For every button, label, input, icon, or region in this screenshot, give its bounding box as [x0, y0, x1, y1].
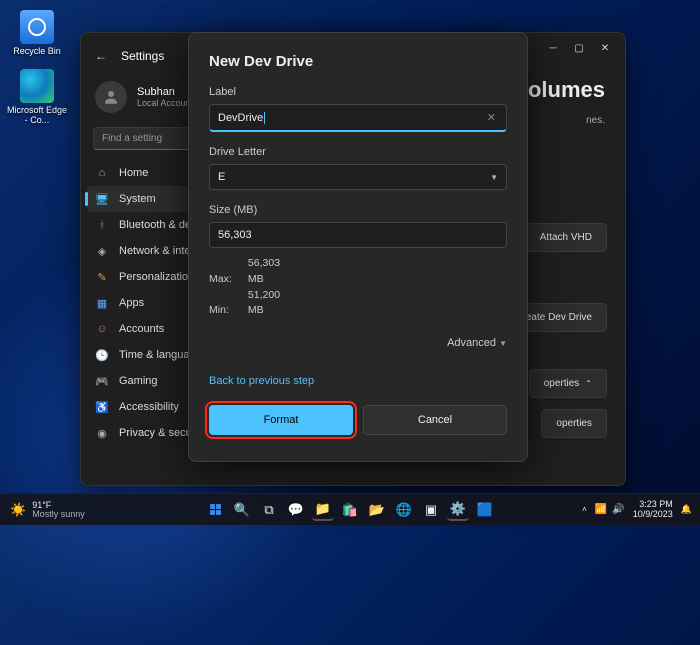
tray-chevron-icon[interactable]: ˄	[582, 505, 587, 514]
avatar-icon	[95, 81, 127, 113]
bluetooth-icon: ᚼ	[95, 218, 109, 232]
user-sub: Local Account	[137, 98, 193, 108]
edge-shortcut[interactable]: Microsoft Edge - Co...	[6, 69, 68, 126]
start-button[interactable]	[204, 499, 226, 521]
task-view-button[interactable]: ⧉	[258, 499, 280, 521]
drive-letter-dropdown[interactable]: E ▼	[209, 164, 507, 190]
explorer2-taskbar-icon[interactable]: 📂	[366, 499, 388, 521]
properties-row-1[interactable]: operties⌃	[529, 369, 607, 398]
taskbar-clock[interactable]: 3:23 PM 10/9/2023	[633, 500, 673, 520]
chevron-up-icon: ⌃	[585, 379, 592, 388]
chevron-down-icon: ▼	[490, 173, 498, 182]
shield-icon: ◉	[95, 426, 109, 440]
new-dev-drive-dialog: New Dev Drive Label DevDrive ✕ Drive Let…	[188, 32, 528, 462]
recycle-bin-icon	[20, 10, 54, 44]
terminal-taskbar-icon[interactable]: ▣	[420, 499, 442, 521]
settings-taskbar-icon[interactable]: ⚙️	[447, 499, 469, 521]
wifi-icon: ◈	[95, 244, 109, 258]
notifications-icon[interactable]: 🔔	[681, 504, 692, 515]
store-taskbar-icon[interactable]: 🛍️	[339, 499, 361, 521]
volume-tray-icon: 🔊	[612, 504, 624, 515]
weather-widget[interactable]: ☀️ 91°F Mostly sunny	[0, 501, 85, 519]
search-placeholder: Find a setting	[102, 133, 162, 144]
edge-taskbar-icon[interactable]: 🌐	[393, 499, 415, 521]
label-label: Label	[209, 86, 507, 98]
format-button[interactable]: Format	[209, 405, 353, 435]
attach-vhd-button[interactable]: Attach VHD	[525, 223, 607, 252]
label-input[interactable]: DevDrive ✕	[209, 104, 507, 132]
drive-letter-label: Drive Letter	[209, 146, 507, 158]
wifi-tray-icon: 📶	[595, 504, 607, 515]
gaming-icon: 🎮	[95, 374, 109, 388]
back-arrow-icon[interactable]: ←	[95, 49, 107, 63]
clock-icon: 🕒	[95, 348, 109, 362]
size-label: Size (MB)	[209, 204, 507, 216]
volumes-heading: volumes	[516, 77, 605, 103]
app-taskbar-icon[interactable]: 🟦	[474, 499, 496, 521]
edge-label: Microsoft Edge - Co...	[6, 106, 68, 126]
advanced-toggle[interactable]: Advanced ▼	[209, 337, 507, 349]
recycle-bin-label: Recycle Bin	[6, 47, 68, 57]
size-limits: Max: 56,303 MB Min: 51,200 MB	[209, 256, 507, 319]
settings-title: Settings	[121, 49, 164, 63]
back-link[interactable]: Back to previous step	[209, 375, 507, 387]
system-icon: 🖥	[95, 192, 109, 206]
clear-label-icon[interactable]: ✕	[485, 111, 498, 124]
volumes-sub: nes.	[586, 115, 605, 126]
sun-icon: ☀️	[10, 502, 26, 518]
chevron-down-icon: ▼	[499, 339, 507, 348]
edge-icon	[20, 69, 54, 103]
size-input[interactable]: 56,303	[209, 222, 507, 248]
accessibility-icon: ♿	[95, 400, 109, 414]
home-icon: ⌂	[95, 166, 109, 180]
taskbar: ☀️ 91°F Mostly sunny 🔍 ⧉ 💬 📁 🛍️ 📂 🌐 ▣ ⚙️…	[0, 493, 700, 525]
user-name: Subhan	[137, 86, 193, 98]
system-tray[interactable]: 📶 🔊	[595, 504, 625, 515]
properties-row-2[interactable]: operties	[541, 409, 607, 438]
widgets-button[interactable]: 💬	[285, 499, 307, 521]
accounts-icon: ☺	[95, 322, 109, 336]
dialog-title: New Dev Drive	[209, 53, 507, 70]
recycle-bin[interactable]: Recycle Bin	[6, 10, 68, 57]
explorer-taskbar-icon[interactable]: 📁	[312, 499, 334, 521]
cancel-button[interactable]: Cancel	[363, 405, 507, 435]
search-button[interactable]: 🔍	[231, 499, 253, 521]
brush-icon: ✎	[95, 270, 109, 284]
apps-icon: ▦	[95, 296, 109, 310]
